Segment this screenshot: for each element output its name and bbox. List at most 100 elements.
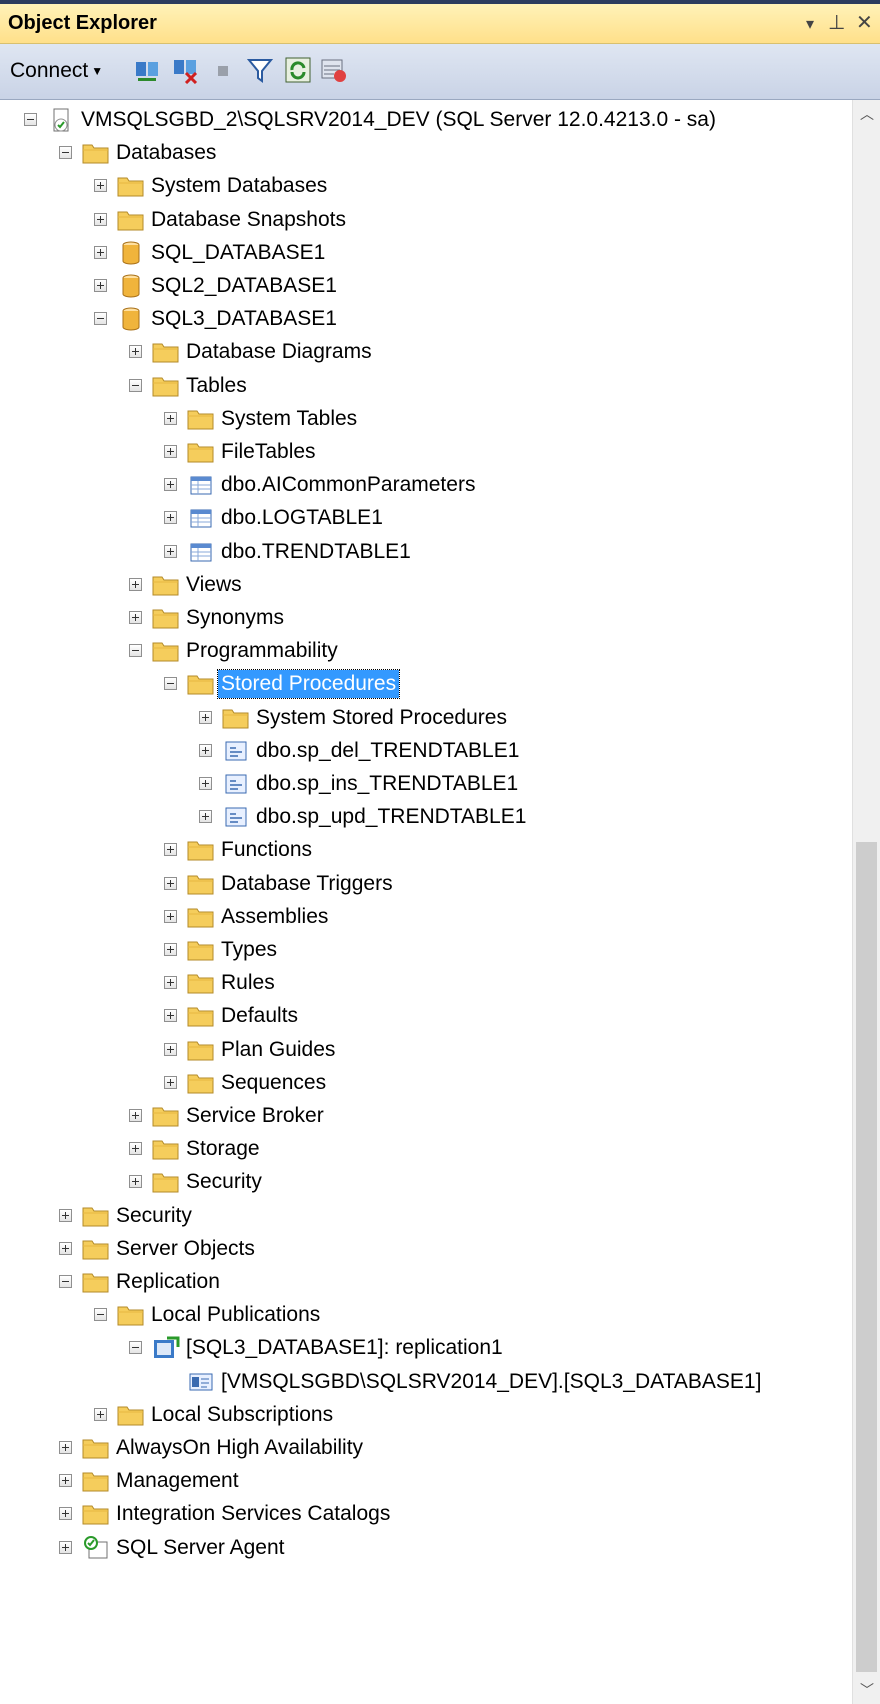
expand-node-icon[interactable]	[164, 943, 177, 956]
tree-node-label[interactable]: Security	[113, 1202, 195, 1230]
tree-node-label[interactable]: Database Diagrams	[183, 338, 375, 366]
tree-node-label[interactable]: dbo.sp_upd_TRENDTABLE1	[253, 803, 529, 831]
tree-node-label[interactable]: [SQL3_DATABASE1]: replication1	[183, 1334, 506, 1362]
expand-node-icon[interactable]	[59, 1540, 72, 1554]
tree-node-label[interactable]: AlwaysOn High Availability	[113, 1434, 366, 1462]
expand-node-icon[interactable]	[164, 1042, 177, 1056]
collapse-node-icon[interactable]	[129, 644, 142, 658]
tree-node-label[interactable]: Database Snapshots	[148, 206, 349, 234]
expand-node-icon[interactable]	[199, 810, 212, 824]
tree-node-label[interactable]: Synonyms	[183, 604, 287, 632]
expand-node-icon[interactable]	[94, 212, 107, 226]
tree-node-label[interactable]: Service Broker	[183, 1102, 327, 1130]
expand-node-icon[interactable]	[164, 876, 177, 890]
expand-node-icon[interactable]	[129, 577, 142, 591]
expand-node-icon[interactable]	[164, 1009, 177, 1023]
tree-node-label[interactable]: Assemblies	[218, 903, 331, 931]
tree-node-label[interactable]: Security	[183, 1168, 265, 1196]
tree-node-label[interactable]: Local Publications	[148, 1301, 323, 1329]
tree-node-label[interactable]: Plan Guides	[218, 1036, 338, 1064]
expand-node-icon[interactable]	[164, 511, 177, 525]
tree-node-label[interactable]: dbo.sp_del_TRENDTABLE1	[253, 737, 522, 765]
expand-node-icon[interactable]	[164, 843, 177, 857]
collapse-node-icon[interactable]	[129, 378, 142, 392]
tree-node-label[interactable]: [VMSQLSGBD\SQLSRV2014_DEV].[SQL3_DATABAS…	[218, 1368, 764, 1396]
window-position-dropdown-icon[interactable]: ▾	[806, 14, 814, 34]
expand-node-icon[interactable]	[94, 279, 107, 292]
expand-node-icon[interactable]	[164, 1075, 177, 1089]
expand-node-icon[interactable]	[164, 445, 177, 458]
tree-node-label[interactable]: System Databases	[148, 172, 330, 200]
tree-node-label[interactable]: dbo.TRENDTABLE1	[218, 538, 414, 566]
tree-node-label[interactable]: Management	[113, 1467, 242, 1495]
expand-node-icon[interactable]	[129, 345, 142, 359]
expand-node-icon[interactable]	[129, 1109, 142, 1122]
tree-node-label[interactable]: Defaults	[218, 1002, 301, 1030]
tree-node-label[interactable]: Types	[218, 936, 280, 964]
tree-node-label[interactable]: Functions	[218, 836, 315, 864]
expand-node-icon[interactable]	[129, 1142, 142, 1156]
expand-node-icon[interactable]	[94, 179, 107, 193]
collapse-node-icon[interactable]	[24, 113, 37, 126]
tree-node-label-selected[interactable]: Stored Procedures	[216, 669, 401, 700]
tree-node-label[interactable]: Rules	[218, 969, 278, 997]
tree-node-label[interactable]: Integration Services Catalogs	[113, 1500, 393, 1528]
tree-node-label[interactable]: Server Objects	[113, 1235, 258, 1263]
expand-node-icon[interactable]	[59, 1241, 72, 1255]
activity-monitor-icon[interactable]	[320, 56, 348, 84]
tree-node-label[interactable]: Views	[183, 571, 245, 599]
expand-node-icon[interactable]	[129, 1175, 142, 1189]
expand-node-icon[interactable]	[129, 611, 142, 624]
refresh-icon[interactable]	[284, 56, 312, 84]
collapse-node-icon[interactable]	[94, 312, 107, 326]
tree-node-label[interactable]: Storage	[183, 1135, 263, 1163]
collapse-node-icon[interactable]	[94, 1308, 107, 1322]
tree-node-label[interactable]: SQL_DATABASE1	[148, 239, 328, 267]
object-explorer-tree[interactable]: VMSQLSGBD_2\SQLSRV2014_DEV (SQL Server 1…	[0, 100, 852, 1704]
stop-icon[interactable]	[210, 56, 238, 84]
scroll-up-icon[interactable]: ︿	[857, 104, 877, 124]
tree-node-label[interactable]: Tables	[183, 372, 250, 400]
expand-node-icon[interactable]	[164, 478, 177, 492]
tree-node-label[interactable]: SQL3_DATABASE1	[148, 305, 340, 333]
vertical-scrollbar[interactable]: ︿ ﹀	[852, 100, 880, 1704]
connect-button[interactable]: Connect ▼	[10, 59, 103, 83]
expand-node-icon[interactable]	[164, 544, 177, 558]
tree-node-label[interactable]: Database Triggers	[218, 870, 396, 898]
expand-node-icon[interactable]	[59, 1441, 72, 1454]
expand-node-icon[interactable]	[164, 411, 177, 425]
auto-hide-pin-icon[interactable]: ⊥	[828, 10, 845, 35]
tree-node-label[interactable]: System Stored Procedures	[253, 704, 510, 732]
tree-node-label[interactable]: dbo.LOGTABLE1	[218, 504, 386, 532]
filter-icon[interactable]	[246, 56, 274, 84]
tree-node-label[interactable]: Local Subscriptions	[148, 1401, 336, 1429]
tree-node-label[interactable]: Databases	[113, 139, 219, 167]
collapse-node-icon[interactable]	[59, 146, 72, 160]
expand-node-icon[interactable]	[59, 1474, 72, 1488]
tree-node-label[interactable]: SQL Server Agent	[113, 1534, 287, 1562]
tree-node-label[interactable]: dbo.sp_ins_TRENDTABLE1	[253, 770, 521, 798]
tree-node-label[interactable]: dbo.AICommonParameters	[218, 471, 478, 499]
tree-node-label[interactable]: SQL2_DATABASE1	[148, 272, 340, 300]
expand-node-icon[interactable]	[59, 1507, 72, 1521]
tree-node-label[interactable]: Sequences	[218, 1069, 329, 1097]
expand-node-icon[interactable]	[199, 777, 212, 790]
disconnect-icon[interactable]	[172, 56, 200, 84]
collapse-node-icon[interactable]	[129, 1341, 142, 1355]
scrollbar-thumb[interactable]	[856, 842, 877, 1672]
expand-node-icon[interactable]	[164, 909, 177, 923]
tree-node-label[interactable]: FileTables	[218, 438, 319, 466]
close-panel-icon[interactable]: ✕	[856, 10, 873, 35]
collapse-node-icon[interactable]	[164, 677, 177, 691]
expand-node-icon[interactable]	[59, 1208, 72, 1222]
tree-node-label[interactable]: Replication	[113, 1268, 223, 1296]
tree-node-label[interactable]: VMSQLSGBD_2\SQLSRV2014_DEV (SQL Server 1…	[78, 106, 719, 134]
scroll-down-icon[interactable]: ﹀	[857, 1680, 877, 1700]
tree-node-label[interactable]: Programmability	[183, 637, 341, 665]
expand-node-icon[interactable]	[199, 710, 212, 724]
expand-node-icon[interactable]	[164, 976, 177, 990]
connect-object-explorer-icon[interactable]	[134, 56, 162, 84]
expand-node-icon[interactable]	[199, 743, 212, 757]
expand-node-icon[interactable]	[94, 245, 107, 259]
tree-node-label[interactable]: System Tables	[218, 405, 360, 433]
